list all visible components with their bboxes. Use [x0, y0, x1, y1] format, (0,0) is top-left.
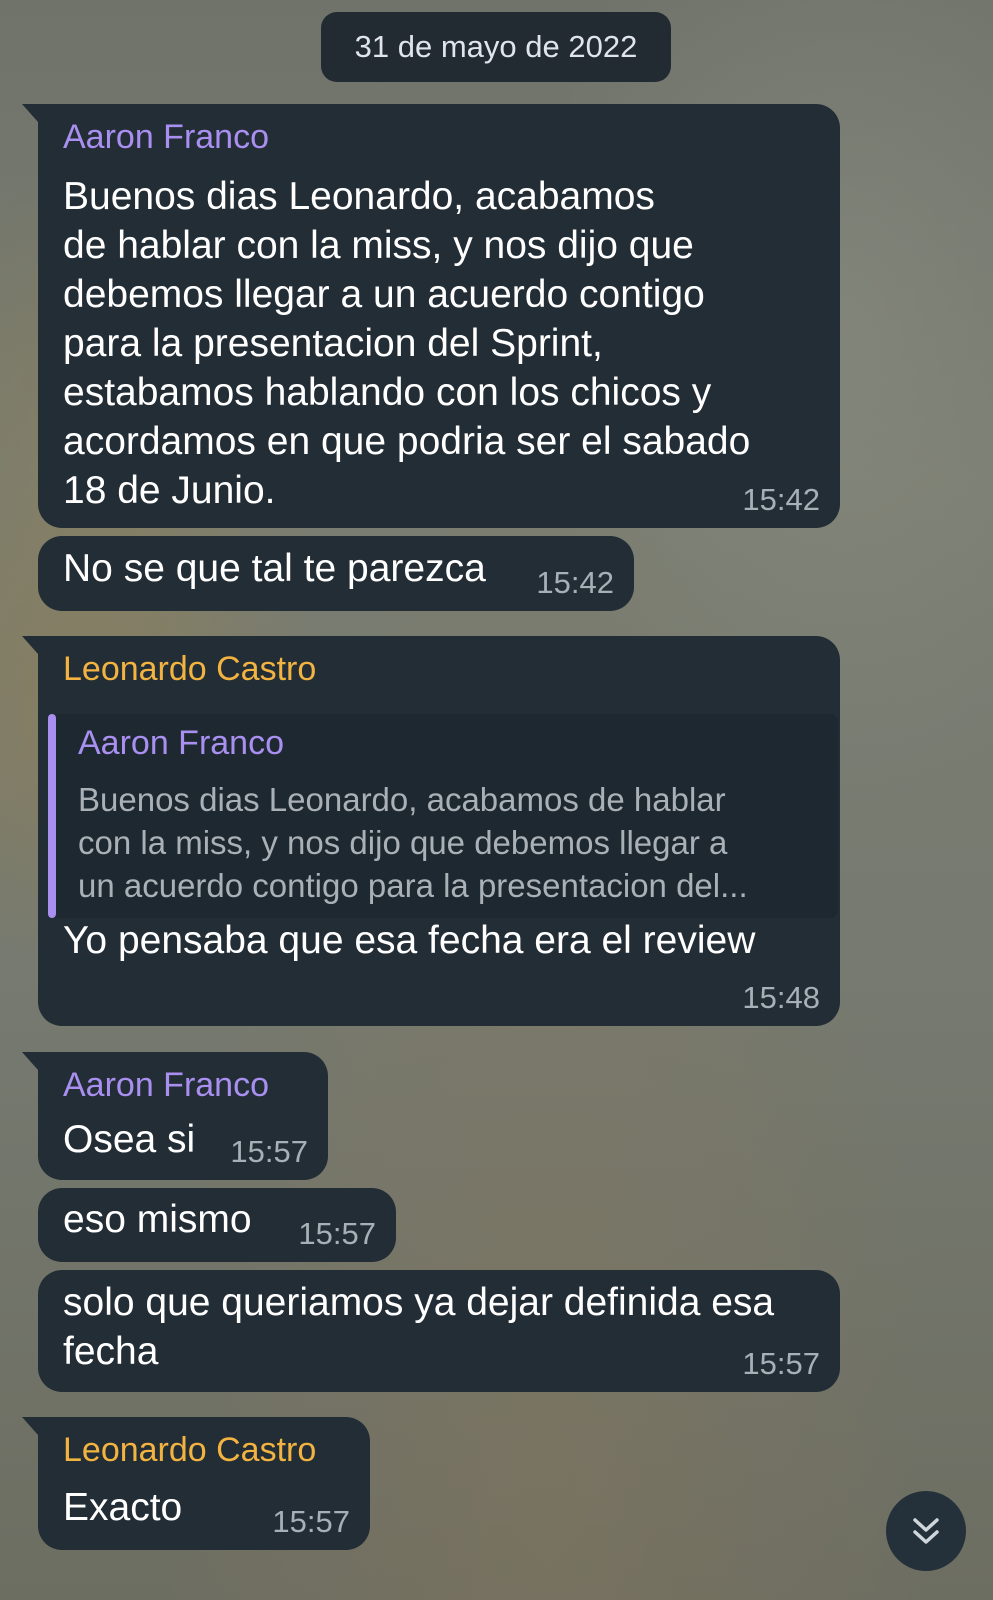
reply-sender: Aaron Franco [78, 724, 284, 762]
message-time: 15:57 [742, 1346, 820, 1381]
message-text: eso mismo [63, 1198, 252, 1241]
message-sender: Leonardo Castro [63, 650, 317, 688]
date-separator-label: 31 de mayo de 2022 [354, 29, 638, 64]
scroll-to-bottom-button[interactable] [886, 1491, 966, 1571]
message-time: 15:42 [536, 565, 614, 600]
reply-text: Buenos dias Leonardo, acabamos de hablar… [78, 781, 748, 904]
message-sender: Leonardo Castro [63, 1431, 317, 1469]
message-bubble[interactable]: eso mismo 15:57 [38, 1188, 396, 1262]
message-text: No se que tal te parezca [63, 547, 486, 590]
message-time: 15:57 [230, 1134, 308, 1169]
message-time: 15:48 [742, 980, 820, 1015]
message-text: Yo pensaba que esa fecha era el review [63, 919, 756, 962]
reply-accent-bar [48, 714, 56, 918]
message-sender: Aaron Franco [63, 1066, 269, 1104]
message-bubble[interactable]: Aaron Franco Buenos dias Leonardo, acaba… [22, 104, 840, 528]
message-time: 15:57 [272, 1504, 350, 1539]
double-chevron-down-icon [913, 1518, 939, 1544]
message-text: Osea si [63, 1118, 196, 1161]
message-time: 15:42 [742, 482, 820, 517]
message-bubble[interactable]: Leonardo Castro Exacto 15:57 [22, 1417, 370, 1550]
date-separator: 31 de mayo de 2022 [321, 12, 671, 82]
message-bubble[interactable]: solo que queriamos ya dejar definida esa… [38, 1270, 840, 1392]
message-text: Buenos dias Leonardo, acabamos de hablar… [63, 175, 751, 512]
message-time: 15:57 [298, 1216, 376, 1251]
message-bubble[interactable]: No se que tal te parezca 15:42 [38, 536, 634, 611]
message-sender: Aaron Franco [63, 118, 269, 156]
message-bubble[interactable]: Aaron Franco Osea si 15:57 [22, 1052, 328, 1180]
reply-quote[interactable]: Aaron Franco Buenos dias Leonardo, acaba… [48, 714, 838, 918]
chat-view[interactable]: 31 de mayo de 2022 Aaron Franco Buenos d… [0, 0, 993, 1600]
message-text: Exacto [63, 1486, 183, 1529]
message-bubble[interactable]: Leonardo Castro Aaron Franco Buenos dias… [22, 636, 840, 1026]
message-text: solo que queriamos ya dejar definida esa… [63, 1281, 775, 1373]
